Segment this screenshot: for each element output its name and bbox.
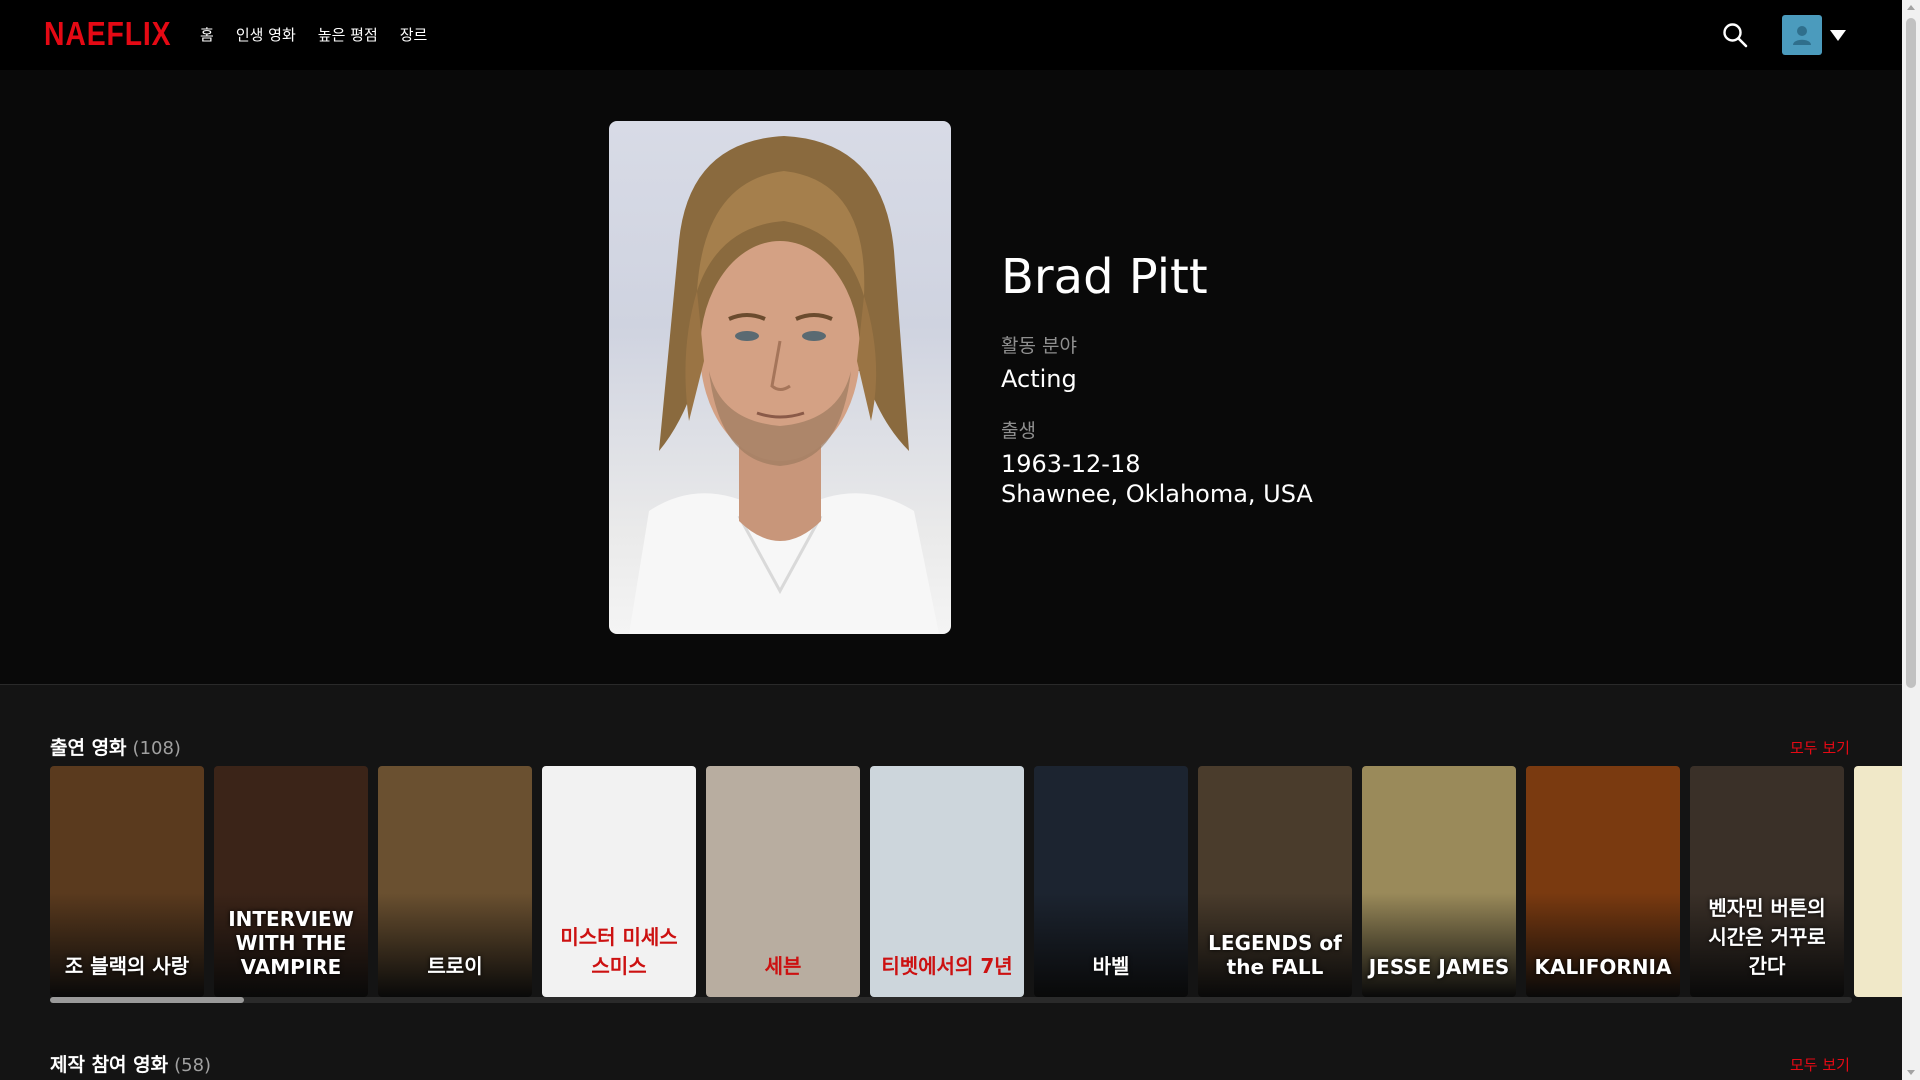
birth-date: 1963-12-18 [1001, 450, 1141, 478]
poster-title: 미스터 미세스 스미스 [560, 925, 678, 978]
department-group: 활동 분야 Acting [1001, 331, 1313, 394]
top-navigation: NAEFLIX 홈 인생 영화 높은 평점 장르 [0, 0, 1902, 70]
movie-poster[interactable]: 바벨 [1034, 766, 1188, 997]
person-name: Brad Pitt [1001, 249, 1208, 305]
scroll-up-icon[interactable] [1907, 5, 1915, 10]
nav-link-top-rated[interactable]: 높은 평점 [318, 24, 378, 45]
movie-poster[interactable]: INTERVIEW WITH THE VAMPIRE [214, 766, 368, 997]
poster-title: 트로이 [427, 954, 483, 978]
movie-poster[interactable]: 조 블랙의 사랑 [50, 766, 204, 997]
production-credits-header: 제작 참여 영화 (58) [50, 1050, 211, 1077]
carousel-scrollbar[interactable] [50, 997, 1852, 1003]
poster-title: 티벳에서의 7년 [881, 954, 1013, 978]
see-all-production-link[interactable]: 모두 보기 [1790, 1054, 1850, 1075]
user-icon [1793, 26, 1811, 45]
see-all-acting-link[interactable]: 모두 보기 [1790, 737, 1850, 758]
acting-credits-header: 출연 영화 (108) [50, 733, 181, 760]
search-icon[interactable] [1722, 22, 1748, 48]
person-hero: Brad Pitt 활동 분야 Acting 출생 1963-12-18 Sha… [0, 70, 1902, 685]
poster-title: INTERVIEW WITH THE VAMPIRE [228, 907, 354, 979]
movie-poster[interactable]: 미스터 미세스 스미스 [542, 766, 696, 997]
person-portrait [609, 121, 951, 634]
caret-down-icon[interactable] [1830, 29, 1846, 41]
department-label: 활동 분야 [1001, 335, 1077, 357]
brand-logo[interactable]: NAEFLIX [44, 15, 171, 53]
row-count: (58) [174, 1055, 212, 1076]
birth-group: 출생 1963-12-18 Shawnee, Oklahoma, USA [1001, 416, 1313, 509]
poster-title: 세븐 [764, 954, 802, 978]
birth-label: 출생 [1001, 420, 1036, 442]
birth-place: Shawnee, Oklahoma, USA [1001, 480, 1313, 508]
portrait-image [629, 136, 939, 634]
nav-links: 홈 인생 영화 높은 평점 장르 [200, 24, 427, 45]
movie-poster[interactable]: KALIFORNIA [1526, 766, 1680, 997]
row-title: 출연 영화 [50, 737, 127, 759]
avatar[interactable] [1782, 15, 1822, 55]
department-value: Acting [1001, 365, 1077, 393]
poster-title: 조 블랙의 사랑 [64, 954, 190, 978]
profile-menu[interactable] [1782, 15, 1846, 55]
nav-link-home[interactable]: 홈 [200, 24, 214, 45]
poster-title: 벤자민 버튼의 시간은 거꾸로 간다 [1708, 896, 1826, 978]
poster-title: JESSE JAMES [1368, 955, 1510, 979]
row-count: (108) [132, 738, 181, 759]
poster-title: LEGENDS of the FALL [1208, 931, 1342, 979]
person-bio: Brad Pitt 활동 분야 Acting 출생 1963-12-18 Sha… [1001, 253, 1313, 531]
movie-poster[interactable]: 벤자민 버튼의 시간은 거꾸로 간다 [1690, 766, 1844, 997]
row-title: 제작 참여 영화 [50, 1054, 169, 1076]
movie-poster[interactable]: 세븐 [706, 766, 860, 997]
poster-title: 바벨 [1092, 954, 1130, 978]
movie-poster[interactable]: 티벳에서의 7년 [870, 766, 1024, 997]
poster-title: KALIFORNIA [1534, 955, 1672, 979]
movie-poster[interactable]: LEGENDS of the FALL [1198, 766, 1352, 997]
page-scrollbar[interactable] [1902, 0, 1920, 1080]
nav-link-life-movies[interactable]: 인생 영화 [236, 24, 296, 45]
nav-link-genre[interactable]: 장르 [400, 24, 428, 45]
acting-credits-carousel[interactable]: 조 블랙의 사랑 INTERVIEW WITH THE VAMPIRE 트로이 미스터… [50, 766, 1902, 997]
movie-poster[interactable] [1854, 766, 1902, 997]
carousel-scroll-thumb[interactable] [50, 997, 244, 1003]
scroll-down-icon[interactable] [1907, 1070, 1915, 1075]
movie-poster[interactable]: JESSE JAMES [1362, 766, 1516, 997]
movie-poster[interactable]: 트로이 [378, 766, 532, 997]
page-scroll-thumb[interactable] [1906, 18, 1916, 688]
